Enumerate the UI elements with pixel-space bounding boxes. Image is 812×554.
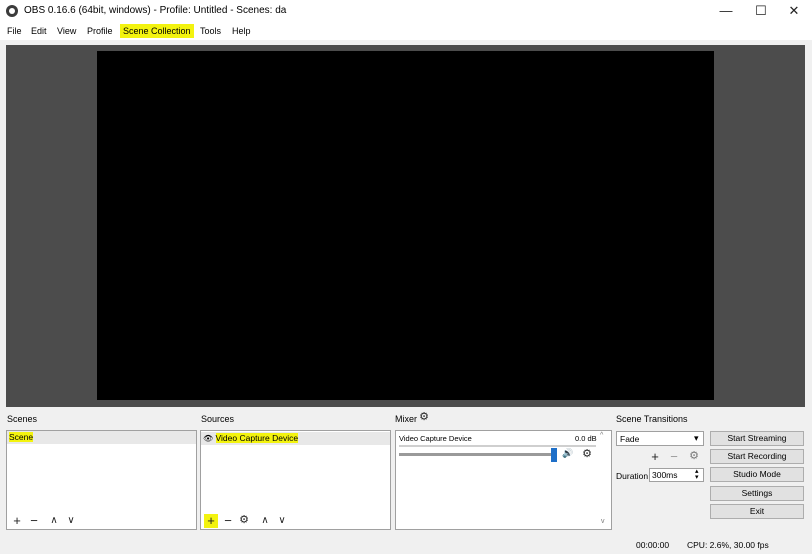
volume-slider-track[interactable]	[399, 453, 556, 456]
menu-tools[interactable]: Tools	[197, 24, 224, 38]
source-up-icon[interactable]: ∧	[258, 514, 272, 528]
transition-gear-icon[interactable]: ⚙	[687, 450, 701, 464]
scene-down-icon[interactable]: ∨	[64, 514, 78, 528]
source-item-label: Video Capture Device	[215, 433, 299, 443]
studio-mode-button[interactable]: Studio Mode	[710, 467, 804, 482]
volume-slider-handle[interactable]	[551, 448, 557, 462]
transition-select[interactable]: Fade ▾	[616, 431, 704, 446]
mixer-channel-name: Video Capture Device	[399, 434, 472, 443]
preview-canvas[interactable]	[97, 51, 714, 400]
scene-item[interactable]: Scene	[7, 431, 196, 444]
maximize-button[interactable]: ☐	[744, 0, 778, 22]
exit-button[interactable]: Exit	[710, 504, 804, 519]
start-recording-button[interactable]: Start Recording	[710, 449, 804, 464]
mixer-level: 0.0 dB	[575, 434, 597, 443]
start-streaming-button[interactable]: Start Streaming	[710, 431, 804, 446]
speaker-icon[interactable]: 🔊	[562, 448, 573, 459]
eye-icon[interactable]: 👁	[203, 434, 213, 443]
status-cpu: CPU: 2.6%, 30.00 fps	[687, 540, 769, 550]
source-item[interactable]: 👁 Video Capture Device	[201, 432, 390, 445]
add-transition-icon[interactable]: +	[648, 450, 662, 464]
menu-profile[interactable]: Profile	[84, 24, 116, 38]
channel-gear-icon[interactable]: ⚙	[580, 448, 594, 462]
settings-button[interactable]: Settings	[710, 486, 804, 501]
transition-selected-label: Fade	[620, 434, 640, 444]
spin-down-icon[interactable]: ▾	[695, 473, 699, 481]
scene-item-label: Scene	[9, 432, 34, 442]
duration-value: 300ms	[652, 470, 678, 480]
sources-title: Sources	[201, 414, 235, 424]
menu-scene-collection[interactable]: Scene Collection	[120, 24, 194, 38]
scenes-title: Scenes	[7, 414, 38, 424]
remove-source-icon[interactable]: −	[221, 514, 235, 528]
transitions-title: Scene Transitions	[616, 414, 688, 424]
duration-input[interactable]: 300ms ▴ ▾	[649, 468, 704, 482]
mixer-gear-icon[interactable]: ⚙	[417, 411, 431, 425]
menu-help[interactable]: Help	[229, 24, 254, 38]
mixer-title: Mixer	[395, 414, 417, 424]
menu-view[interactable]: View	[54, 24, 79, 38]
source-properties-gear-icon[interactable]: ⚙	[237, 514, 251, 528]
close-button[interactable]: ✕	[777, 0, 811, 22]
minimize-button[interactable]: —	[709, 0, 743, 22]
mixer-scroll-up-icon[interactable]: ^	[600, 432, 603, 439]
duration-label: Duration	[616, 471, 649, 481]
add-scene-icon[interactable]: +	[10, 514, 24, 528]
obs-logo-icon	[6, 5, 18, 17]
scene-up-icon[interactable]: ∧	[47, 514, 61, 528]
add-source-icon[interactable]: +	[204, 514, 218, 528]
remove-scene-icon[interactable]: −	[27, 514, 41, 528]
window-title: OBS 0.16.6 (64bit, windows) - Profile: U…	[24, 5, 287, 16]
mixer-scroll-down-icon[interactable]: v	[601, 518, 605, 525]
volume-meter	[399, 445, 596, 447]
status-time: 00:00:00	[636, 540, 670, 550]
source-down-icon[interactable]: ∨	[275, 514, 289, 528]
remove-transition-icon[interactable]: −	[667, 450, 681, 464]
menu-file[interactable]: File	[4, 24, 25, 38]
menu-edit[interactable]: Edit	[28, 24, 50, 38]
chevron-down-icon: ▾	[694, 433, 699, 443]
